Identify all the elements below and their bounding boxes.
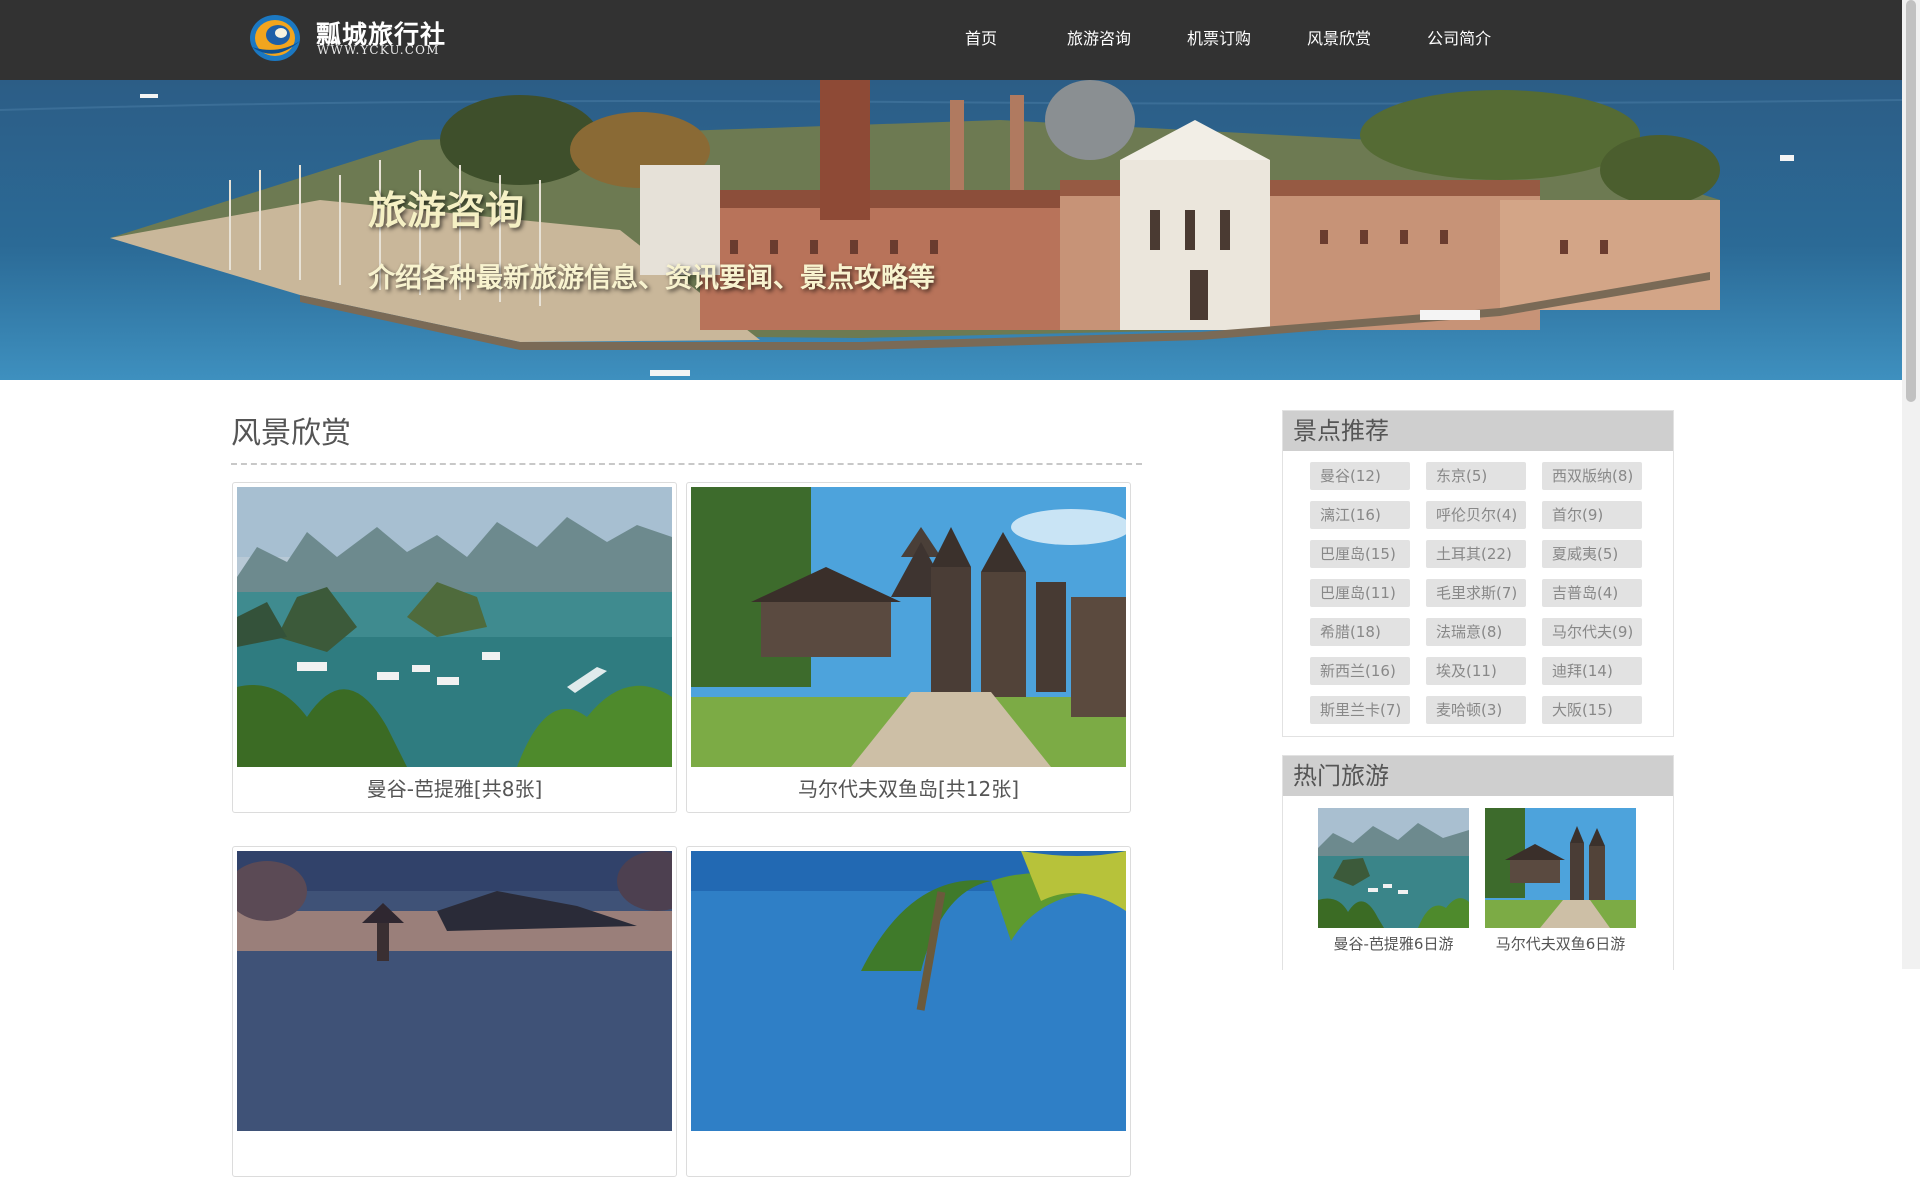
destination-tag[interactable]: 土耳其(22) [1426,540,1526,568]
card-photo-bay [237,487,672,767]
destination-tag[interactable]: 吉普岛(4) [1542,579,1642,607]
destination-tag-list: 曼谷(12) 东京(5) 西双版纳(8) 漓江(16) 呼伦贝尔(4) 首尔(9… [1283,451,1673,736]
hot-travel-list: 曼谷-芭提雅6日游 马尔代夫双鱼6日游 [1318,808,1636,954]
destination-tag[interactable]: 首尔(9) [1542,501,1642,529]
destination-tag[interactable]: 曼谷(12) [1310,462,1410,490]
destination-tag[interactable]: 麦哈顿(3) [1426,696,1526,724]
main-nav: 首页 旅游咨询 机票订购 风景欣赏 公司简介 [935,0,1519,80]
section-title: 风景欣赏 [231,416,351,451]
scenery-card[interactable] [232,846,677,1177]
card-photo-palms [691,851,1126,1131]
hot-travel-item[interactable]: 曼谷-芭提雅6日游 [1318,808,1469,954]
page-scrollbar[interactable] [1902,0,1920,969]
hero-banner: 旅游咨询 介绍各种最新旅游信息、资讯要闻、景点攻略等 [0,80,1902,380]
destination-tag[interactable]: 漓江(16) [1310,501,1410,529]
destination-tag[interactable]: 东京(5) [1426,462,1526,490]
destination-tag[interactable]: 巴厘岛(15) [1310,540,1410,568]
recommend-panel-title: 景点推荐 [1283,411,1673,451]
destination-tag[interactable]: 新西兰(16) [1310,657,1410,685]
recommend-panel: 景点推荐 曼谷(12) 东京(5) 西双版纳(8) 漓江(16) 呼伦贝尔(4)… [1282,410,1674,737]
hot-travel-caption: 马尔代夫双鱼6日游 [1495,935,1626,953]
nav-item-about-company[interactable]: 公司简介 [1399,0,1519,80]
nav-item-home[interactable]: 首页 [935,0,1039,80]
hot-travel-item[interactable]: 马尔代夫双鱼6日游 [1485,808,1636,954]
destination-tag[interactable]: 埃及(11) [1426,657,1526,685]
top-navigation-bar: 瓢城旅行社 WWW.YCKU.COM 首页 旅游咨询 机票订购 风景欣赏 公司简… [0,0,1902,80]
destination-tag[interactable]: 马尔代夫(9) [1542,618,1642,646]
destination-tag[interactable]: 夏威夷(5) [1542,540,1642,568]
card-photo-temple [691,487,1126,767]
logo-subtitle: WWW.YCKU.COM [317,43,440,57]
site-logo[interactable]: 瓢城旅行社 WWW.YCKU.COM [248,8,448,64]
scenery-card[interactable]: 马尔代夫双鱼岛[共12张] [686,482,1131,813]
hot-travel-panel-title: 热门旅游 [1283,756,1673,796]
section-divider [231,463,1142,465]
banner-subtitle: 介绍各种最新旅游信息、资讯要闻、景点攻略等 [368,263,935,294]
hot-travel-caption: 曼谷-芭提雅6日游 [1333,935,1454,953]
nav-item-travel-consulting[interactable]: 旅游咨询 [1039,0,1159,80]
card-caption: 马尔代夫双鱼岛[共12张] [797,777,1020,801]
destination-tag[interactable]: 呼伦贝尔(4) [1426,501,1526,529]
hot-travel-thumb-temple [1485,808,1636,928]
destination-tag[interactable]: 迪拜(14) [1542,657,1642,685]
scrollbar-thumb[interactable] [1906,0,1916,402]
scenery-card[interactable] [686,846,1131,1177]
hot-travel-panel: 热门旅游 曼谷-芭提雅6日游 马尔代夫双鱼6日游 [1282,755,1674,970]
destination-tag[interactable]: 毛里求斯(7) [1426,579,1526,607]
hot-travel-thumb-bay [1318,808,1469,928]
nav-item-scenery[interactable]: 风景欣赏 [1279,0,1399,80]
scenery-card[interactable]: 曼谷-芭提雅[共8张] [232,482,677,813]
banner-title: 旅游咨询 [368,189,525,234]
destination-tag[interactable]: 斯里兰卡(7) [1310,696,1410,724]
card-photo-pagoda [237,851,672,1131]
logo-globe-icon [250,15,300,61]
destination-tag[interactable]: 希腊(18) [1310,618,1410,646]
destination-tag[interactable]: 大阪(15) [1542,696,1642,724]
card-caption: 曼谷-芭提雅[共8张] [366,777,543,801]
destination-tag[interactable]: 西双版纳(8) [1542,462,1642,490]
destination-tag[interactable]: 法瑞意(8) [1426,618,1526,646]
banner-venice-island-image [0,80,1902,380]
destination-tag[interactable]: 巴厘岛(11) [1310,579,1410,607]
nav-item-ticket-booking[interactable]: 机票订购 [1159,0,1279,80]
